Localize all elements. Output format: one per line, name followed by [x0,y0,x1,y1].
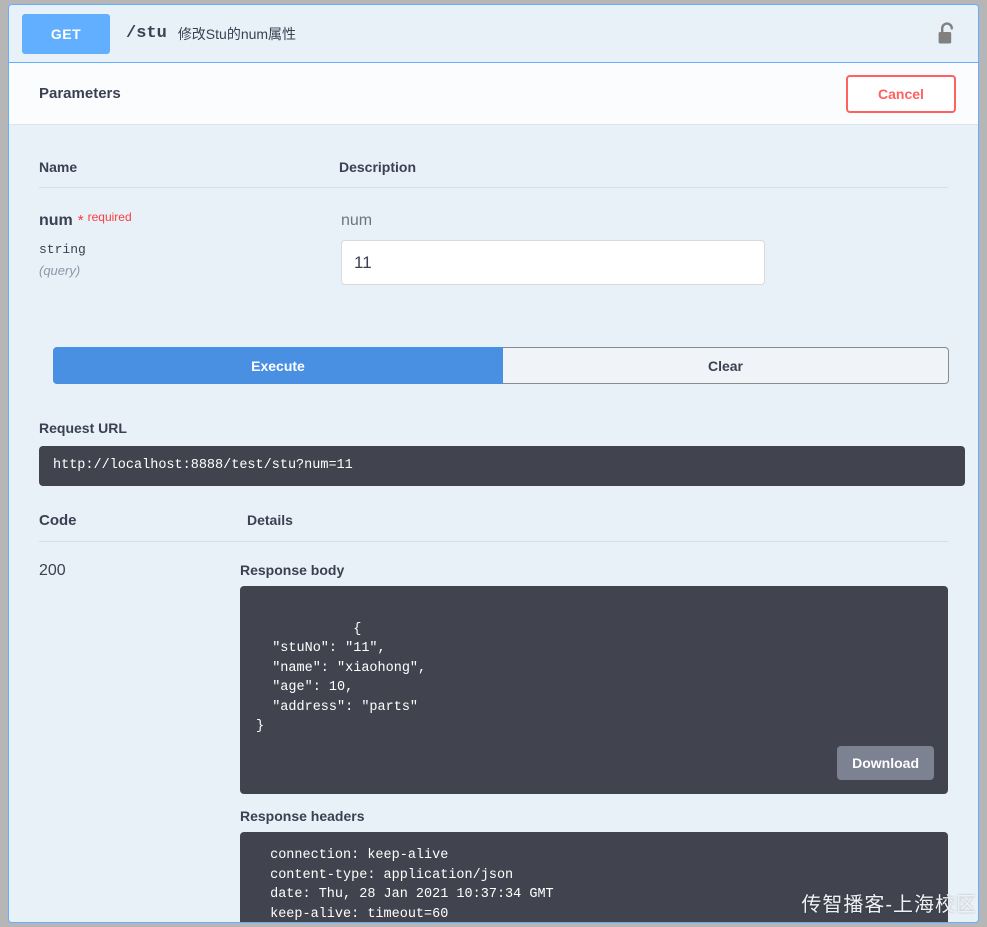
operation-summary: 修改Stu的num属性 [177,25,297,42]
operation-panel: GET /stu 修改Stu的num属性 Parameters Cancel N… [8,4,979,923]
table-row: num * required string (query) num [39,188,948,285]
column-header-name: Name [39,159,78,175]
parameters-table-header: Name Description [39,125,948,188]
action-buttons: Execute Clear [53,347,949,384]
response-body-label: Response body [240,562,345,578]
parameters-title: Parameters [39,85,121,102]
parameter-meta: num * required string (query) [39,210,339,285]
response-headers-value: connection: keep-alive content-type: app… [240,832,948,922]
column-header-code: Code [39,512,77,529]
request-url-value: http://localhost:8888/test/stu?num=11 [39,446,965,486]
required-asterisk-icon: * [77,212,84,229]
operation-body: Name Description num * required string (… [9,125,978,922]
response-headers-label: Response headers [240,808,365,825]
operation-path: /stu [126,24,167,43]
parameter-location: (query) [39,263,81,278]
download-button[interactable]: Download [837,746,934,781]
parameter-description: num [341,212,373,229]
response-body-value: { "stuNo": "11", "name": "xiaohong", "ag… [256,621,427,735]
cancel-button[interactable]: Cancel [846,74,956,113]
column-header-description: Description [339,159,417,175]
parameter-type: string [39,242,86,257]
table-row: 200 Response body { "stuNo": "11", "name… [39,542,948,922]
response-body-panel: { "stuNo": "11", "name": "xiaohong", "ag… [240,586,948,795]
responses-table-header: Code Details [39,512,948,542]
response-details: Response body { "stuNo": "11", "name": "… [240,562,948,922]
parameters-band: Parameters Cancel [9,63,978,125]
required-label: required [87,210,132,224]
screenshot-root: GET /stu 修改Stu的num属性 Parameters Cancel N… [0,0,987,927]
clear-button[interactable]: Clear [503,347,949,384]
num-input[interactable] [341,240,765,285]
request-url-label: Request URL [39,420,127,436]
parameter-name-line: num * required [39,210,339,230]
http-method-badge: GET [22,13,110,54]
column-header-details: Details [247,512,293,528]
operation-header[interactable]: GET /stu 修改Stu的num属性 [9,5,978,63]
parameter-name: num [39,212,73,229]
parameter-input-area: num [339,212,948,285]
response-status-code: 200 [39,562,66,579]
execute-button[interactable]: Execute [53,347,503,384]
unlocked-padlock-icon[interactable] [936,21,958,47]
